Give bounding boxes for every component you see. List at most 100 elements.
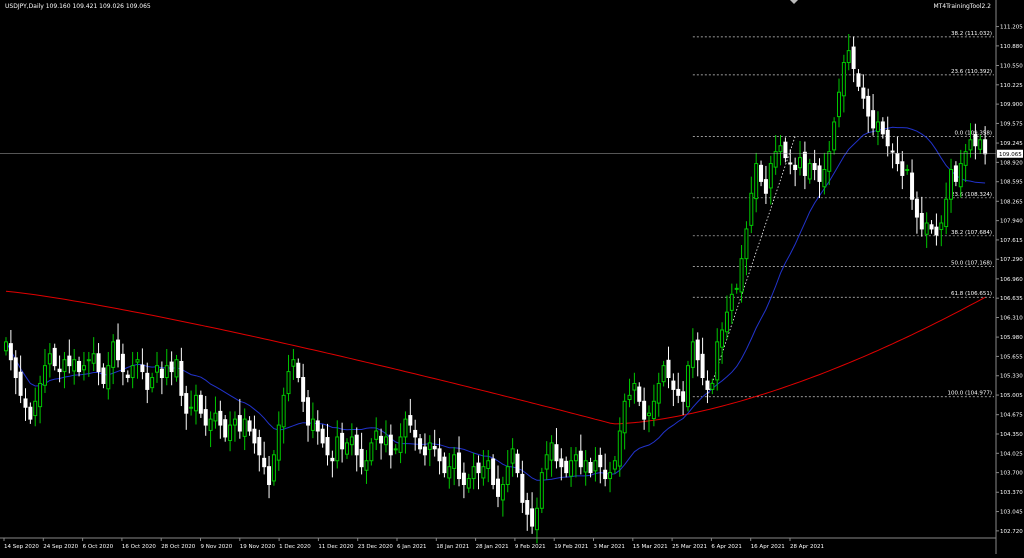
candle-body bbox=[62, 359, 67, 373]
fib-level-label: 61.8 (106.651) bbox=[951, 291, 992, 297]
x-tick-label: 24 Sep 2020 bbox=[43, 544, 78, 550]
candle-body bbox=[374, 430, 379, 440]
candle-body bbox=[841, 62, 846, 97]
candle-body bbox=[8, 343, 13, 361]
y-tick-label: 108.920 bbox=[1000, 160, 1023, 166]
candle-body bbox=[885, 129, 890, 147]
candle-body bbox=[408, 415, 413, 426]
candle-body bbox=[953, 165, 958, 182]
candle-body bbox=[145, 372, 150, 390]
candle-body bbox=[159, 368, 164, 379]
candle-body bbox=[910, 172, 915, 200]
moving-averages bbox=[5, 126, 986, 481]
candle-body bbox=[510, 448, 515, 464]
candle-body bbox=[939, 222, 944, 231]
candle-body bbox=[242, 418, 247, 437]
y-tick-label: 110.880 bbox=[1000, 44, 1023, 50]
candle-body bbox=[198, 394, 203, 414]
candle-body bbox=[286, 371, 291, 395]
candle-body bbox=[13, 357, 18, 379]
candle-body bbox=[705, 380, 710, 390]
candle-body bbox=[929, 224, 934, 230]
candle-body bbox=[900, 161, 905, 176]
candle-body bbox=[86, 359, 91, 362]
candle-body bbox=[496, 478, 500, 497]
candle-body bbox=[807, 163, 812, 180]
candle-body bbox=[695, 339, 700, 361]
candle-body bbox=[247, 420, 252, 432]
candle-body bbox=[778, 145, 783, 153]
candle-body bbox=[827, 151, 832, 172]
candle-body bbox=[666, 359, 671, 379]
candle-body bbox=[500, 484, 505, 501]
x-tick-label: 23 Dec 2020 bbox=[358, 544, 394, 550]
candle-body bbox=[38, 382, 43, 408]
candle-body bbox=[418, 438, 423, 450]
candle-body bbox=[315, 420, 320, 432]
x-tick-label: 3 Mar 2021 bbox=[594, 544, 625, 550]
y-tick-label: 102.720 bbox=[1000, 529, 1023, 535]
candle-body bbox=[208, 418, 213, 431]
candle-body bbox=[564, 460, 569, 474]
candle-body bbox=[106, 365, 111, 390]
candle-body bbox=[189, 406, 194, 409]
candle-body bbox=[96, 353, 101, 373]
candle-body bbox=[257, 437, 262, 456]
candle-body bbox=[569, 460, 574, 477]
candle-body bbox=[101, 367, 106, 384]
chart-shift-icon[interactable] bbox=[790, 0, 800, 6]
candle-body bbox=[349, 436, 354, 446]
candle-body bbox=[647, 412, 652, 417]
candle-body bbox=[919, 212, 924, 230]
candle-body bbox=[486, 460, 491, 469]
candle-body bbox=[588, 462, 593, 474]
x-tick-label: 25 Mar 2021 bbox=[672, 544, 707, 550]
y-tick-label: 106.960 bbox=[1000, 277, 1023, 283]
candle-body bbox=[281, 394, 286, 428]
candle-body bbox=[573, 454, 578, 462]
y-tick-label: 109.575 bbox=[1000, 121, 1023, 127]
candle-body bbox=[52, 347, 57, 367]
x-tick-label: 19 Nov 2020 bbox=[240, 544, 276, 550]
candle-body bbox=[890, 150, 895, 153]
candle-body bbox=[627, 394, 632, 401]
x-tick-label: 14 Sep 2020 bbox=[4, 544, 39, 550]
price-axis: 111.205 110.880 110.550 110.225 109.900 109.5… bbox=[995, 0, 1023, 554]
candle-body bbox=[130, 365, 135, 379]
candle-body bbox=[23, 398, 28, 408]
indicator-name-label: MT4TrainingTool2.2 bbox=[933, 3, 991, 10]
chart-overlays: 109.065 bbox=[0, 149, 1023, 158]
chart-window[interactable]: 38.2 (111.032) 23.6 (110.392) 0.0 (109.358… bbox=[0, 0, 1024, 554]
fib-level-label: 50.0 (107.168) bbox=[951, 261, 992, 267]
candle-body bbox=[184, 393, 189, 414]
candle-body bbox=[593, 460, 598, 472]
y-tick-label: 103.045 bbox=[1000, 510, 1023, 516]
candle-body bbox=[271, 454, 276, 482]
x-tick-label: 9 Nov 2020 bbox=[201, 544, 233, 550]
candle-body bbox=[583, 460, 588, 473]
candle-body bbox=[218, 410, 223, 426]
candle-body bbox=[67, 355, 72, 367]
fib-level-label: 38.2 (111.032) bbox=[951, 31, 992, 37]
candle-body bbox=[81, 365, 86, 371]
candle-body bbox=[905, 169, 910, 172]
candle-body bbox=[47, 353, 52, 365]
candle-body bbox=[174, 359, 179, 378]
candle-body bbox=[111, 341, 116, 368]
candle-body bbox=[768, 163, 773, 189]
candle-body bbox=[744, 228, 749, 260]
candle-body bbox=[393, 448, 398, 451]
y-tick-label: 105.980 bbox=[1000, 335, 1023, 341]
candle-body bbox=[822, 169, 827, 188]
candle-body bbox=[398, 436, 403, 453]
candle-body bbox=[77, 360, 82, 373]
candle-body bbox=[452, 454, 457, 469]
x-tick-label: 28 Jan 2021 bbox=[476, 544, 509, 550]
candle-body bbox=[155, 365, 160, 373]
y-tick-label: 104.350 bbox=[1000, 432, 1023, 438]
candle-body bbox=[880, 121, 885, 135]
candle-body bbox=[135, 359, 140, 363]
price-chart[interactable]: 38.2 (111.032) 23.6 (110.392) 0.0 (109.358… bbox=[0, 0, 1024, 554]
x-tick-label: 1 Dec 2020 bbox=[279, 544, 311, 550]
candle-body bbox=[481, 466, 486, 479]
